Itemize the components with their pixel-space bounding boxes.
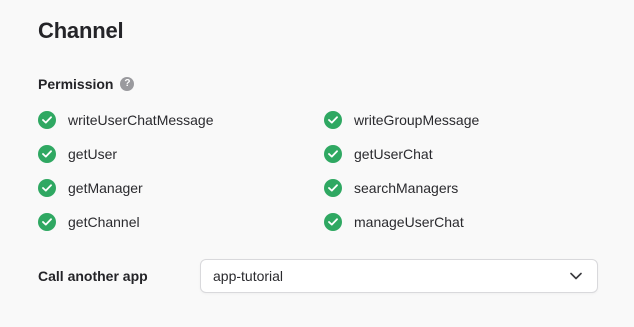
chevron-down-icon[interactable] [569,269,583,283]
check-circle-icon [38,179,56,197]
check-circle-icon [324,179,342,197]
permission-item-label: writeGroupMessage [354,112,480,128]
permission-label: Permission [38,76,114,92]
app-select-dropdown[interactable]: app-tutorial [200,259,598,293]
permission-item-getChannel: getChannel [38,210,324,234]
channel-settings-panel: Channel Permission ? writeUserChatMessag… [0,0,634,327]
permission-header: Permission ? [38,74,135,94]
permission-item-label: manageUserChat [354,214,464,230]
check-circle-icon [38,213,56,231]
permission-item-label: getUser [68,146,118,162]
permission-item-getUser: getUser [38,142,324,166]
permission-item-manageUserChat: manageUserChat [324,210,498,234]
check-circle-icon [38,111,56,129]
check-circle-icon [324,213,342,231]
call-another-app-label: Call another app [38,268,148,284]
permission-item-getUserChat: getUserChat [324,142,498,166]
permission-list: writeUserChatMessage writeGroupMessage g… [38,108,498,244]
section-title: Channel [38,18,124,43]
question-circle-icon[interactable]: ? [120,77,135,91]
check-circle-icon [324,145,342,163]
permission-item-searchManagers: searchManagers [324,176,498,200]
permission-item-writeGroupMessage: writeGroupMessage [324,108,498,132]
permission-item-label: getChannel [68,214,140,230]
check-circle-icon [38,145,56,163]
permission-item-label: writeUserChatMessage [68,112,214,128]
permission-item-label: getManager [68,180,143,196]
check-circle-icon [324,111,342,129]
app-select-value: app-tutorial [213,268,284,284]
permission-item-label: getUserChat [354,146,433,162]
permission-item-label: searchManagers [354,180,459,196]
permission-item-writeUserChatMessage: writeUserChatMessage [38,108,324,132]
permission-item-getManager: getManager [38,176,324,200]
